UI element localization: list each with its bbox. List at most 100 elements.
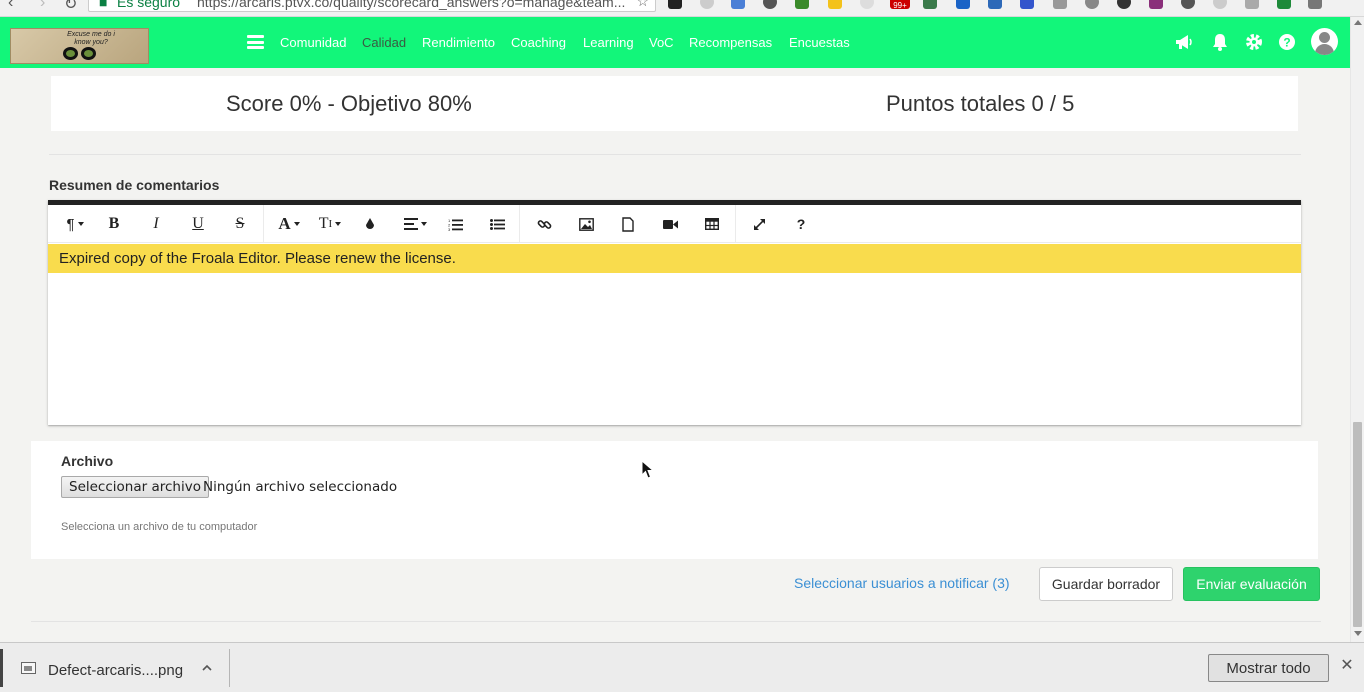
insert-link-button[interactable] [535,214,553,234]
app-header: Excuse me do i know you? Comunidad Calid… [0,17,1350,68]
rich-text-editor[interactable]: ¶ B I U S A TI 123 ? Expired copy of the… [48,200,1301,425]
ordered-list-button[interactable]: 123 [446,214,464,234]
show-all-button[interactable]: Mostrar todo [1208,654,1329,682]
nav-coaching[interactable]: Coaching [511,35,566,50]
italic-button[interactable]: I [146,214,166,234]
nav-rendimiento[interactable]: Rendimiento [422,35,495,50]
mouse-cursor-icon [641,460,655,479]
extension-icon[interactable] [1245,0,1259,9]
reload-icon[interactable]: ↻ [64,0,77,14]
help-button[interactable]: ? [793,214,809,234]
glasses-icon [63,47,99,61]
extension-icon[interactable] [668,0,682,9]
submit-evaluation-button[interactable]: Enviar evaluación [1183,567,1320,601]
extension-icon[interactable] [956,0,970,9]
megaphone-icon[interactable] [1174,32,1194,52]
extension-icon[interactable] [988,0,1002,9]
bold-button[interactable]: B [104,214,124,234]
chevron-up-icon[interactable] [201,662,213,674]
address-bar[interactable]: ■ Es seguro https://arcaris.ptvx.co/qual… [88,0,656,12]
svg-text:?: ? [1283,36,1290,50]
insert-table-button[interactable] [703,214,721,234]
extension-icon[interactable] [763,0,777,9]
brand-logo[interactable]: Excuse me do i know you? [10,28,149,64]
extension-icon[interactable] [1053,0,1067,9]
user-avatar[interactable] [1311,28,1338,55]
question-mark-icon: ? [796,216,806,232]
extension-icon[interactable] [700,0,714,9]
download-item[interactable]: Defect-arcaris....png [0,649,230,687]
nav-encuestas[interactable]: Encuestas [789,35,850,50]
score-summary: Score 0% - Objetivo 80% [226,91,472,116]
extension-icon[interactable] [795,0,809,9]
extension-icon[interactable] [1020,0,1034,9]
close-icon[interactable]: ✕ [1340,658,1354,674]
extension-icon[interactable] [1149,0,1163,9]
divider [49,154,1301,155]
save-draft-button[interactable]: Guardar borrador [1039,567,1173,601]
pilcrow-icon: ¶ [66,215,75,233]
comments-label: Resumen de comentarios [49,177,220,193]
insert-image-button[interactable] [577,214,595,234]
help-icon[interactable]: ? [1277,32,1297,52]
insert-video-button[interactable] [661,214,679,234]
color-button[interactable] [362,214,378,234]
strikethrough-button[interactable]: S [230,214,250,234]
extension-icon[interactable] [1213,0,1227,9]
divider [31,621,1321,622]
file-status: Ningún archivo seleccionado [203,479,398,495]
droplet-icon [366,218,374,229]
choose-file-button[interactable]: Seleccionar archivo [61,476,209,498]
underline-button[interactable]: U [188,214,208,234]
notify-users-link[interactable]: Seleccionar usuarios a notificar (3) [794,575,1010,591]
file-section: Archivo Seleccionar archivo Ningún archi… [31,441,1318,559]
file-icon [622,216,634,232]
back-icon[interactable]: ‹ [8,0,13,12]
nav-learning[interactable]: Learning [583,35,634,50]
image-file-icon [21,662,36,674]
scroll-down-icon[interactable] [1354,631,1362,636]
score-card: Score 0% - Objetivo 80% Puntos totales 0… [51,76,1298,131]
downloads-badge-icon[interactable]: 99+ [890,0,910,9]
nav-comunidad[interactable]: Comunidad [280,35,347,50]
fullscreen-button[interactable] [750,214,768,234]
lock-icon: ■ [99,0,108,10]
extension-icon[interactable] [1117,0,1131,9]
gear-icon[interactable] [1244,32,1264,52]
url-text[interactable]: https://arcaris.ptvx.co/quality/scorecar… [197,0,625,10]
file-help-text: Selecciona un archivo de tu computador [61,521,258,533]
scroll-up-icon[interactable] [1354,20,1362,25]
nav-calidad[interactable]: Calidad [362,35,406,50]
menu-icon[interactable] [247,35,264,49]
nav-recompensas[interactable]: Recompensas [689,35,772,50]
ordered-list-icon: 123 [448,218,463,231]
extension-icon[interactable] [1277,0,1291,9]
browser-toolbar: ‹ › ↻ ■ Es seguro https://arcaris.ptvx.c… [0,0,1364,17]
insert-file-button[interactable] [619,214,637,234]
unordered-list-button[interactable] [488,214,506,234]
forward-icon[interactable]: › [40,0,45,12]
download-file-name[interactable]: Defect-arcaris....png [48,662,183,679]
bell-icon[interactable] [1210,32,1230,52]
nav-voc[interactable]: VoC [649,35,674,50]
download-shelf: Defect-arcaris....png Mostrar todo ✕ [0,642,1364,692]
page-scrollbar[interactable] [1350,17,1364,642]
extension-icon[interactable] [828,0,842,9]
extension-icon[interactable] [923,0,937,9]
align-left-icon [403,218,418,230]
extension-icon[interactable] [1181,0,1195,9]
extension-icon[interactable] [1308,0,1322,9]
scroll-thumb[interactable] [1353,422,1362,627]
align-button[interactable] [400,214,430,234]
font-size-button[interactable]: TI [316,214,344,234]
extension-icon[interactable] [1085,0,1099,9]
svg-text:3: 3 [448,227,451,231]
paragraph-format-button[interactable]: ¶ [62,214,88,234]
font-family-button[interactable]: A [275,214,303,234]
extension-icon[interactable] [731,0,745,9]
expand-icon [753,218,765,230]
table-icon [705,218,719,230]
bookmark-star-icon[interactable]: ☆ [636,0,649,10]
logo-text: Excuse me do i know you? [67,31,115,46]
extension-icon[interactable] [860,0,874,9]
